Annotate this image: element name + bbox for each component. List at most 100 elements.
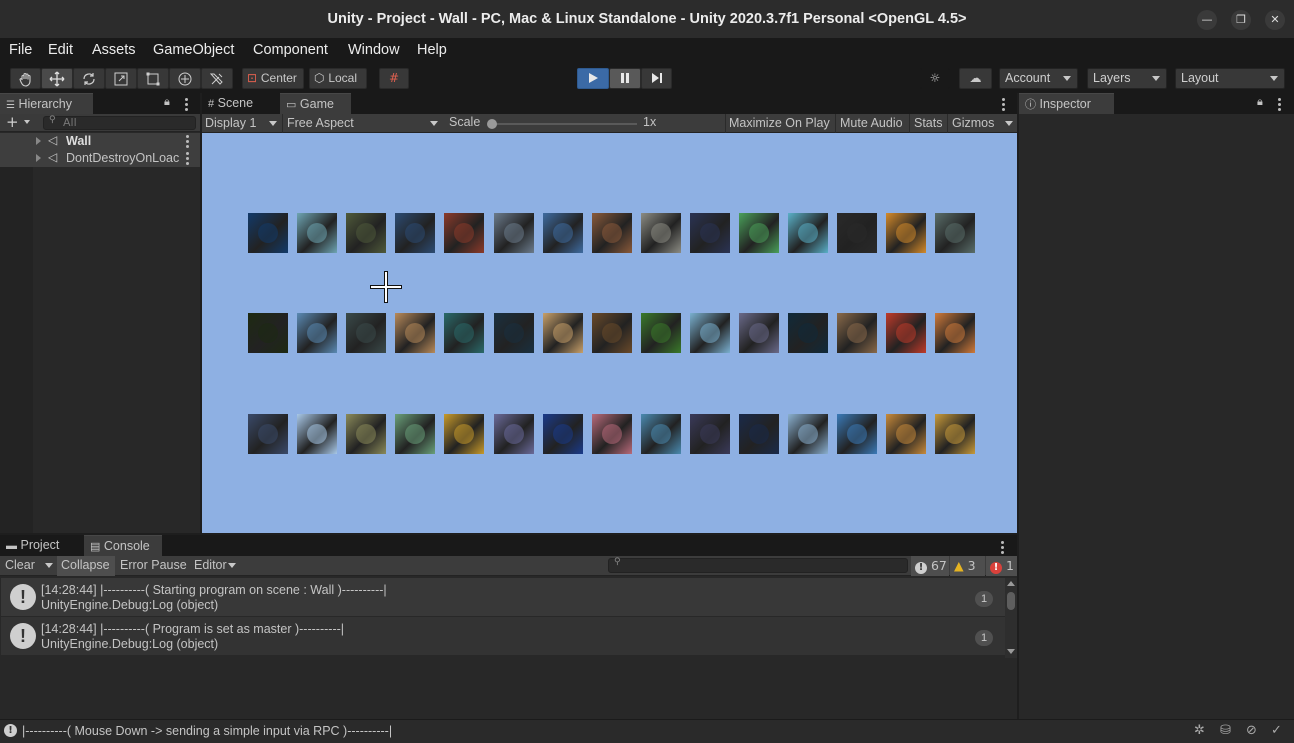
wall-image-tile[interactable] [493, 313, 534, 353]
console-menu-icon[interactable] [1001, 541, 1005, 556]
tab-game[interactable]: ▭ Game [280, 93, 351, 114]
wall-image-tile[interactable] [591, 414, 632, 454]
move-tool-button[interactable] [41, 68, 73, 89]
wall-image-tile[interactable] [640, 213, 681, 253]
scale-slider[interactable] [487, 119, 637, 129]
wall-image-tile[interactable] [886, 213, 927, 253]
hierarchy-search-input[interactable]: ⚲ All [43, 115, 196, 130]
hierarchy-row-dontdestroy[interactable]: ◁ DontDestroyOnLoac [0, 150, 200, 167]
aspect-dropdown[interactable]: Free Aspect [282, 114, 442, 133]
wall-image-tile[interactable] [346, 414, 387, 454]
wall-image-tile[interactable] [591, 313, 632, 353]
wall-image-tile[interactable] [444, 313, 485, 353]
create-plus-icon[interactable]: + [6, 113, 19, 131]
wall-image-tile[interactable] [886, 414, 927, 454]
grid-snap-button[interactable]: # [379, 68, 409, 89]
caret-right-icon[interactable] [36, 137, 41, 145]
pivot-center-toggle[interactable]: ⊡ Center [242, 68, 304, 89]
tab-scene[interactable]: # Scene [202, 93, 280, 114]
info-count-toggle[interactable]: ! 67 [911, 556, 949, 576]
wall-image-tile[interactable] [395, 313, 436, 353]
log-entry[interactable]: ! [14:28:44] |----------( Starting progr… [1, 578, 1005, 616]
step-button[interactable] [641, 68, 672, 89]
log-entry[interactable]: ! [14:28:44] |----------( Program is set… [1, 617, 1005, 655]
wall-image-tile[interactable] [837, 313, 878, 353]
hand-tool-button[interactable] [10, 68, 41, 89]
error-count-toggle[interactable]: ! 1 [986, 556, 1017, 576]
wall-image-tile[interactable] [248, 313, 288, 353]
scroll-down-icon[interactable] [1007, 649, 1015, 654]
wall-image-tile[interactable] [739, 313, 779, 353]
error-pause-button[interactable]: Error Pause [116, 556, 190, 576]
hierarchy-menu-icon[interactable] [185, 98, 189, 113]
tab-console[interactable]: ▤ Console [84, 535, 162, 556]
gizmos-button[interactable]: Gizmos [947, 114, 1017, 133]
menu-help[interactable]: Help [417, 42, 447, 58]
wall-image-tile[interactable] [346, 213, 387, 253]
scale-tool-button[interactable] [105, 68, 137, 89]
debug-bug-icon[interactable]: ✲ [1194, 723, 1205, 738]
wall-image-tile[interactable] [591, 213, 632, 253]
wall-image-tile[interactable] [297, 414, 338, 454]
layout-dropdown[interactable]: Layout [1175, 68, 1285, 89]
wall-image-tile[interactable] [248, 414, 288, 454]
wall-image-tile[interactable] [739, 213, 779, 253]
transform-tool-button[interactable] [169, 68, 201, 89]
status-message[interactable]: |----------( Mouse Down -> sending a sim… [22, 724, 392, 738]
scroll-up-icon[interactable] [1007, 581, 1015, 586]
menu-gameobject[interactable]: GameObject [153, 42, 234, 58]
wall-image-tile[interactable] [493, 414, 534, 454]
lock-icon[interactable]: 🔒︎ [1257, 95, 1263, 109]
mute-audio-button[interactable]: Mute Audio [835, 114, 909, 133]
scale-slider-handle[interactable] [487, 119, 497, 129]
menu-assets[interactable]: Assets [92, 42, 136, 58]
hierarchy-row-wall[interactable]: ◁ Wall [0, 133, 200, 150]
wall-image-tile[interactable] [935, 313, 976, 353]
menu-component[interactable]: Component [253, 42, 328, 58]
wall-image-tile[interactable] [837, 414, 878, 454]
maximize-on-play-button[interactable]: Maximize On Play [725, 114, 835, 133]
wall-image-tile[interactable] [837, 213, 878, 253]
wall-image-tile[interactable] [788, 213, 829, 253]
collab-button[interactable]: ☁ [959, 68, 992, 89]
custom-tool-button[interactable] [201, 68, 233, 89]
wall-image-tile[interactable] [542, 414, 583, 454]
tab-inspector[interactable]: ⓘ Inspector [1019, 93, 1114, 114]
wall-image-tile[interactable] [689, 213, 730, 253]
wall-image-tile[interactable] [788, 414, 829, 454]
lock-icon[interactable]: 🔒︎ [164, 95, 170, 109]
wall-image-tile[interactable] [640, 414, 681, 454]
rect-tool-button[interactable] [137, 68, 169, 89]
wall-image-tile[interactable] [739, 414, 779, 454]
menu-edit[interactable]: Edit [48, 42, 73, 58]
wall-image-tile[interactable] [935, 213, 976, 253]
wall-image-tile[interactable] [248, 213, 288, 253]
chevron-down-icon[interactable] [45, 563, 53, 568]
wall-image-tile[interactable] [640, 313, 681, 353]
minimize-button[interactable]: — [1197, 10, 1217, 30]
wall-image-tile[interactable] [297, 213, 338, 253]
chevron-down-icon[interactable] [24, 120, 30, 124]
game-menu-icon[interactable] [1002, 98, 1006, 113]
display-dropdown[interactable]: Display 1 [202, 114, 282, 133]
services-button[interactable]: ☼ [920, 68, 950, 89]
wall-image-tile[interactable] [444, 213, 485, 253]
play-button[interactable] [577, 68, 609, 89]
collapse-button[interactable]: Collapse [57, 556, 115, 576]
network-icon[interactable]: ⊘ [1246, 723, 1257, 738]
scrollbar-thumb[interactable] [1007, 592, 1015, 610]
row-menu-icon[interactable] [186, 152, 190, 167]
wall-image-tile[interactable] [297, 313, 338, 353]
wall-image-tile[interactable] [444, 414, 485, 454]
wall-image-tile[interactable] [493, 213, 534, 253]
wall-image-tile[interactable] [542, 213, 583, 253]
account-dropdown[interactable]: Account [999, 68, 1078, 89]
pause-button[interactable] [609, 68, 641, 89]
maximize-button[interactable]: ❐ [1231, 10, 1251, 30]
close-button[interactable]: ✕ [1265, 10, 1285, 30]
rotate-tool-button[interactable] [73, 68, 105, 89]
wall-image-tile[interactable] [935, 414, 976, 454]
clear-button[interactable]: Clear [0, 556, 56, 576]
inspector-menu-icon[interactable] [1278, 98, 1282, 113]
stats-button[interactable]: Stats [909, 114, 947, 133]
